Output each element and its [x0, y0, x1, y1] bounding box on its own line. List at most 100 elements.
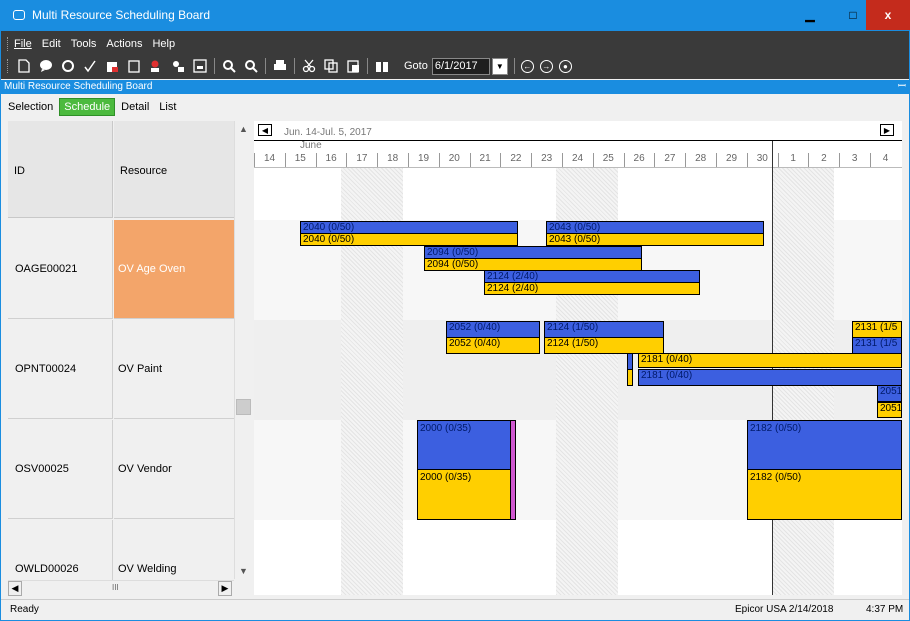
gantt-day-label: 24: [562, 153, 592, 167]
scroll-right-icon[interactable]: ▶: [218, 581, 232, 596]
gantt-bar-sliver[interactable]: [627, 369, 633, 386]
gantt-bar[interactable]: 2040 (0/50): [300, 233, 518, 246]
column-header-resource[interactable]: Resource: [114, 121, 234, 218]
zoom-in-icon[interactable]: [221, 58, 237, 74]
row-id-cell[interactable]: OSV00025: [8, 420, 113, 519]
grid-horizontal-scrollbar[interactable]: ◀ III ▶: [8, 580, 234, 596]
app-icon: [13, 10, 25, 20]
tab-detail[interactable]: Detail: [117, 99, 153, 115]
today-icon[interactable]: ●: [558, 59, 572, 73]
toolbar-separator: [265, 58, 266, 74]
gantt-date-range: Jun. 14-Jul. 5, 2017: [284, 127, 372, 138]
previous-icon[interactable]: ←: [520, 59, 534, 73]
next-icon[interactable]: →: [539, 59, 553, 73]
user-config-icon[interactable]: [170, 58, 186, 74]
gantt-bar[interactable]: 2051: [877, 402, 902, 418]
gantt-prev-icon[interactable]: ◀: [258, 124, 272, 136]
row-resource-cell[interactable]: OV Vendor: [114, 420, 234, 519]
gantt-day-label: 17: [346, 153, 376, 167]
menu-file[interactable]: File: [14, 38, 32, 50]
gantt-block[interactable]: 2000 (0/35): [417, 469, 511, 520]
gantt-chart[interactable]: ◀ Jun. 14-Jul. 5, 2017 ▶ June 2040 (0/50…: [254, 121, 902, 595]
tab-selection[interactable]: Selection: [4, 99, 57, 115]
row-id-cell[interactable]: OAGE00021: [8, 220, 113, 319]
row-resource-cell[interactable]: OV Age Oven: [114, 220, 234, 319]
gantt-bar[interactable]: 2131 (1/5: [852, 321, 902, 338]
find-icon[interactable]: [374, 58, 390, 74]
gantt-bar[interactable]: 2124 (1/50): [544, 321, 664, 338]
gantt-bar[interactable]: 2181 (0/40): [638, 369, 902, 386]
gantt-bar[interactable]: 2043 (0/50): [546, 233, 764, 246]
gantt-day-label: 27: [654, 153, 684, 167]
minimize-button[interactable]: ▁: [790, 0, 830, 30]
pin-icon[interactable]: ꟷ: [898, 80, 906, 94]
gantt-day-label: 15: [284, 153, 315, 167]
print-icon[interactable]: [272, 58, 288, 74]
close-button[interactable]: x: [866, 0, 910, 30]
gantt-block[interactable]: 2182 (0/50): [747, 469, 902, 520]
gantt-block-marker[interactable]: [510, 420, 516, 520]
month-boundary-line: [772, 141, 773, 595]
comment-icon[interactable]: [38, 58, 54, 74]
column-header-resource-label: Resource: [120, 165, 168, 177]
scroll-up-icon[interactable]: ▲: [235, 121, 252, 137]
gantt-next-icon[interactable]: ▶: [880, 124, 894, 136]
gantt-day-label: 26: [623, 153, 654, 167]
goto-date-input[interactable]: [431, 57, 490, 75]
copy-icon[interactable]: [323, 58, 339, 74]
gantt-block[interactable]: 2182 (0/50): [747, 420, 902, 470]
report-icon[interactable]: [192, 58, 208, 74]
goto-dropdown-icon[interactable]: ▼: [491, 57, 508, 75]
gantt-day-label: 14: [254, 153, 284, 167]
menu-help[interactable]: Help: [152, 38, 175, 50]
gantt-bar[interactable]: 2181 (0/40): [638, 353, 902, 368]
gantt-bar-sliver[interactable]: [627, 353, 633, 370]
new-icon[interactable]: [16, 58, 32, 74]
menu-tools[interactable]: Tools: [71, 38, 97, 50]
column-header-id-label: ID: [14, 165, 25, 177]
toolbar: Goto ▼ ← → ●: [0, 55, 572, 77]
gantt-bar[interactable]: 2052 (0/40): [446, 321, 540, 338]
gantt-bar[interactable]: 2131 (1/5: [852, 337, 902, 354]
row-id-cell[interactable]: OPNT00024: [8, 320, 113, 419]
menu-edit[interactable]: Edit: [42, 38, 61, 50]
cut-icon[interactable]: [301, 58, 317, 74]
title-bar: Multi Resource Scheduling Board: [0, 0, 910, 30]
delete-icon[interactable]: [104, 58, 120, 74]
resource-grid: ID Resource OAGE00021 OV Age Oven OPNT00…: [8, 121, 234, 595]
scroll-thumb[interactable]: [236, 399, 251, 415]
gantt-day-label: 25: [592, 153, 623, 167]
tab-list[interactable]: List: [155, 99, 180, 115]
check-icon[interactable]: [82, 58, 98, 74]
toolbar-separator: [367, 58, 368, 74]
scroll-grip-icon: III: [112, 583, 119, 592]
paste-icon[interactable]: [345, 58, 361, 74]
toolbar-separator: [214, 58, 215, 74]
goto-label: Goto: [404, 60, 428, 72]
row-resource-cell[interactable]: OV Paint: [114, 320, 234, 419]
gantt-block[interactable]: 2000 (0/35): [417, 420, 511, 470]
toolbar-separator: [513, 58, 515, 74]
gantt-day-label: 23: [531, 153, 561, 167]
tab-strip: Selection Schedule Detail List: [0, 97, 182, 117]
gantt-bar[interactable]: 2052 (0/40): [446, 337, 540, 354]
gantt-bar[interactable]: 2124 (1/50): [544, 337, 664, 354]
panel-title: Multi Resource Scheduling Board: [4, 81, 153, 92]
toolbar-separator: [294, 58, 295, 74]
gantt-bar[interactable]: 2124 (2/40): [484, 282, 700, 295]
menu-bar: File Edit Tools Actions Help: [0, 36, 175, 52]
zoom-out-icon[interactable]: [243, 58, 259, 74]
user-alert-icon[interactable]: [148, 58, 164, 74]
status-time: 4:37 PM: [866, 604, 904, 615]
grid-vertical-scrollbar[interactable]: ▲ ▼: [234, 121, 251, 579]
gantt-bar[interactable]: 2051: [877, 385, 902, 402]
gantt-day-label: 3: [839, 153, 869, 167]
menu-actions[interactable]: Actions: [106, 38, 142, 50]
clipboard-icon[interactable]: [126, 58, 142, 74]
refresh-icon[interactable]: [60, 58, 76, 74]
column-header-id[interactable]: ID: [8, 121, 113, 218]
gantt-day-label: 29: [716, 153, 746, 167]
scroll-down-icon[interactable]: ▼: [235, 563, 252, 579]
tab-schedule[interactable]: Schedule: [59, 98, 116, 116]
scroll-left-icon[interactable]: ◀: [8, 581, 22, 596]
